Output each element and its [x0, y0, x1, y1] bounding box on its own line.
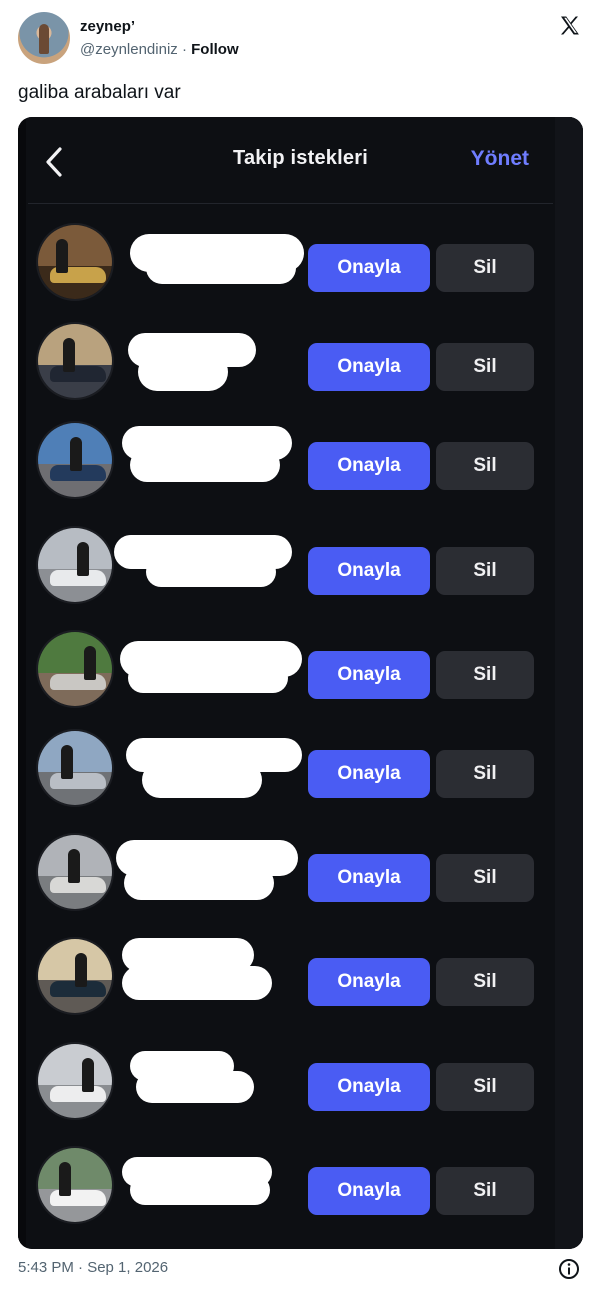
redacted-username [122, 966, 272, 1000]
approve-button[interactable]: Onayla [308, 651, 430, 699]
follow-request-row: Onayla Sil [18, 822, 583, 922]
author-name[interactable]: zeynep’ [80, 18, 135, 35]
redacted-username [146, 557, 276, 587]
info-icon[interactable] [558, 1258, 580, 1280]
follow-request-row: Onayla Sil [18, 926, 583, 1026]
avatar-photo-background [38, 1044, 112, 1085]
redacted-username [138, 353, 228, 391]
approve-button[interactable]: Onayla [308, 547, 430, 595]
author-handle[interactable]: @zeynlendiniz [80, 41, 178, 58]
tweet-media-screenshot[interactable]: Takip istekleri Yönet Onayla Sil Onayla Sil… [18, 117, 583, 1249]
manage-button[interactable]: Yönet [471, 147, 529, 171]
follow-request-row: Onayla Sil [18, 619, 583, 719]
follow-request-row: Onayla Sil [18, 515, 583, 615]
requester-avatar[interactable] [36, 526, 114, 604]
tweet-timestamp[interactable]: 5:43 PM · Sep 1, 2026 [18, 1259, 168, 1276]
approve-button[interactable]: Onayla [308, 958, 430, 1006]
avatar-person [75, 953, 87, 987]
avatar-photo-background [38, 632, 112, 673]
follow-request-row: Onayla Sil [18, 410, 583, 510]
avatar-car [50, 773, 106, 789]
delete-button[interactable]: Sil [436, 1063, 534, 1111]
header-divider [28, 203, 553, 204]
redacted-username [130, 448, 280, 482]
avatar-photo-background [38, 225, 112, 266]
redacted-username [136, 1071, 254, 1103]
delete-button[interactable]: Sil [436, 547, 534, 595]
avatar-car [50, 366, 106, 382]
delete-button[interactable]: Sil [436, 958, 534, 1006]
approve-button[interactable]: Onayla [308, 854, 430, 902]
avatar-person [82, 1058, 94, 1092]
approve-button[interactable]: Onayla [308, 343, 430, 391]
avatar-person [68, 849, 80, 883]
requester-avatar[interactable] [36, 1042, 114, 1120]
requester-avatar[interactable] [36, 322, 114, 400]
requester-avatar[interactable] [36, 729, 114, 807]
follow-request-row: Onayla Sil [18, 718, 583, 818]
avatar-photo-background [38, 324, 112, 365]
redacted-username [128, 663, 288, 693]
delete-button[interactable]: Sil [436, 651, 534, 699]
redacted-username [124, 866, 274, 900]
avatar-person [61, 745, 73, 779]
handle-separator: · [177, 41, 192, 58]
requester-avatar[interactable] [36, 1146, 114, 1224]
follow-button[interactable]: Follow [191, 41, 239, 58]
approve-button[interactable]: Onayla [308, 1167, 430, 1215]
author-avatar[interactable] [18, 12, 70, 64]
redacted-username [130, 1175, 270, 1205]
avatar-person [56, 239, 68, 273]
requester-avatar[interactable] [36, 421, 114, 499]
delete-button[interactable]: Sil [436, 442, 534, 490]
avatar-person [70, 437, 82, 471]
tweet-header: zeynep’ @zeynlendiniz · Follow [18, 12, 582, 68]
redacted-username [146, 252, 296, 284]
follow-request-row: Onayla Sil [18, 1135, 583, 1235]
avatar-photo-background [38, 1148, 112, 1189]
delete-button[interactable]: Sil [436, 1167, 534, 1215]
requester-avatar[interactable] [36, 630, 114, 708]
phone-screen: Takip istekleri Yönet Onayla Sil Onayla Sil… [18, 117, 583, 1249]
approve-button[interactable]: Onayla [308, 244, 430, 292]
avatar-photo-background [38, 731, 112, 772]
delete-button[interactable]: Sil [436, 343, 534, 391]
approve-button[interactable]: Onayla [308, 442, 430, 490]
avatar-person [59, 1162, 71, 1196]
requester-avatar[interactable] [36, 833, 114, 911]
requester-avatar[interactable] [36, 937, 114, 1015]
avatar-person [77, 542, 89, 576]
requester-avatar[interactable] [36, 223, 114, 301]
follow-request-row: Onayla Sil [18, 311, 583, 411]
avatar-car [50, 1086, 106, 1102]
approve-button[interactable]: Onayla [308, 750, 430, 798]
delete-button[interactable]: Sil [436, 244, 534, 292]
approve-button[interactable]: Onayla [308, 1063, 430, 1111]
tweet-text: galiba arabaları var [18, 82, 181, 103]
redacted-username [142, 762, 262, 798]
avatar-person [84, 646, 96, 680]
delete-button[interactable]: Sil [436, 854, 534, 902]
avatar-car [50, 674, 106, 690]
follow-request-row: Onayla Sil [18, 1031, 583, 1131]
author-handle-line: @zeynlendiniz · Follow [80, 41, 239, 58]
avatar-person [63, 338, 75, 372]
x-logo-icon[interactable] [558, 14, 582, 38]
avatar-photo-background [38, 528, 112, 569]
delete-button[interactable]: Sil [436, 750, 534, 798]
follow-request-row: Onayla Sil [18, 212, 583, 312]
